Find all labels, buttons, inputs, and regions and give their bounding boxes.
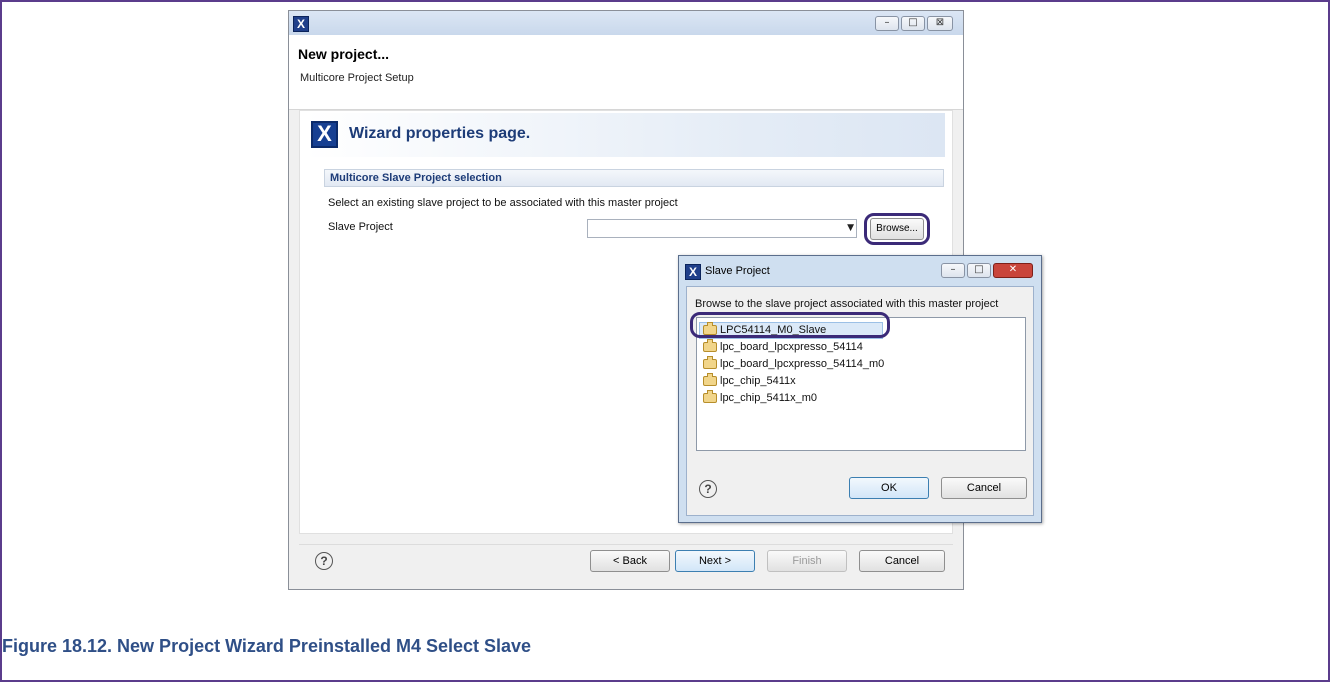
list-item-label: lpc_board_lpcxpresso_54114 [720, 341, 863, 353]
slave-project-combo[interactable]: ▼ [587, 219, 857, 238]
list-item-label: lpc_chip_5411x_m0 [720, 392, 818, 404]
section-title: Multicore Slave Project selection [330, 172, 502, 184]
list-item[interactable]: lpc_board_lpcxpresso_54114 [701, 339, 863, 356]
finish-button[interactable]: Finish [767, 550, 847, 572]
browse-highlight-ring [864, 213, 930, 245]
section-header: Multicore Slave Project selection [324, 169, 944, 187]
slave-project-dialog: X Slave Project – □ ✕ Browse to the slav… [678, 255, 1042, 523]
project-folder-icon [703, 339, 717, 352]
next-button[interactable]: Next > [675, 550, 755, 572]
list-item[interactable]: lpc_chip_5411x [701, 373, 796, 390]
help-icon[interactable]: ? [315, 552, 333, 570]
wizard-title: New project... [298, 46, 390, 62]
dialog-close-button[interactable]: ✕ [993, 263, 1033, 278]
figure-caption: Figure 18.12. New Project Wizard Preinst… [2, 636, 532, 656]
dialog-cancel-button[interactable]: Cancel [941, 477, 1027, 499]
project-folder-icon [703, 373, 717, 386]
close-button[interactable]: ⊠ [927, 16, 953, 31]
dialog-logo-icon: X [685, 264, 701, 280]
project-folder-icon [703, 390, 717, 403]
minimize-button[interactable]: – [875, 16, 899, 31]
dialog-instruction: Browse to the slave project associated w… [695, 298, 999, 310]
list-item-label: lpc_chip_5411x [720, 375, 796, 387]
slave-project-label: Slave Project [328, 221, 393, 233]
dialog-minimize-button[interactable]: – [941, 263, 965, 278]
selected-item-highlight-ring [690, 312, 890, 338]
banner-title: Wizard properties page. [349, 125, 531, 142]
dialog-title: Slave Project [705, 265, 770, 277]
wizard-banner: X Wizard properties page. [305, 113, 945, 157]
list-item-label: lpc_board_lpcxpresso_54114_m0 [720, 358, 885, 370]
dialog-help-icon[interactable]: ? [699, 480, 717, 498]
wizard-titlebar: X – □ ⊠ [289, 11, 963, 35]
dialog-maximize-button[interactable]: □ [967, 263, 991, 278]
wizard-header: New project... Multicore Project Setup [289, 35, 963, 110]
instruction-text: Select an existing slave project to be a… [328, 197, 678, 209]
maximize-button[interactable]: □ [901, 16, 925, 31]
wizard-subtitle: Multicore Project Setup [300, 72, 414, 84]
back-button[interactable]: < Back [590, 550, 670, 572]
list-item[interactable]: lpc_chip_5411x_m0 [701, 390, 817, 407]
footer-divider [299, 544, 953, 545]
wizard-logo-icon: X [311, 121, 338, 148]
list-item[interactable]: lpc_board_lpcxpresso_54114_m0 [701, 356, 884, 373]
cancel-button[interactable]: Cancel [859, 550, 945, 572]
app-logo-icon: X [293, 16, 309, 32]
ok-button[interactable]: OK [849, 477, 929, 499]
dropdown-arrow-icon[interactable]: ▼ [847, 223, 854, 233]
project-folder-icon [703, 356, 717, 369]
